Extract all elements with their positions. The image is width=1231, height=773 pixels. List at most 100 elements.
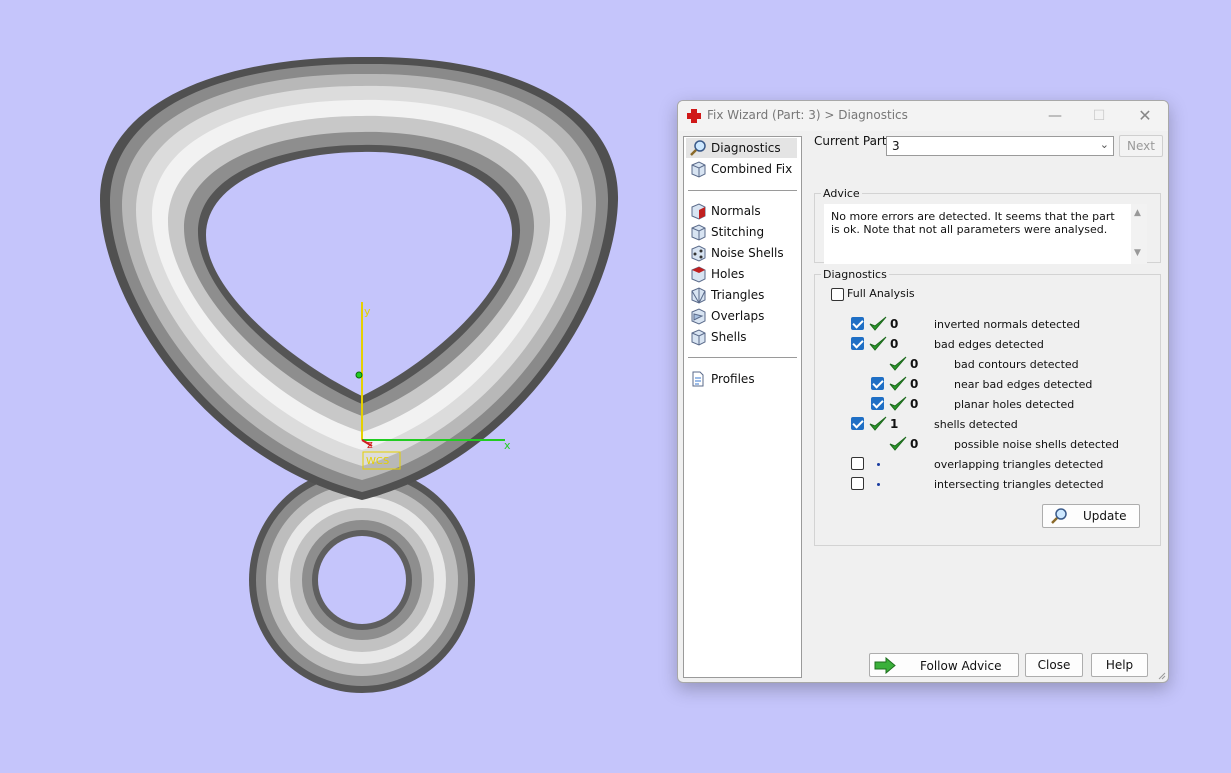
scroll-down-icon[interactable]: ▼ <box>1134 248 1141 258</box>
full-analysis-checkbox[interactable] <box>831 288 844 301</box>
check-mark-icon <box>869 416 887 431</box>
overlaps-icon <box>691 308 706 325</box>
diagnostic-row-checkbox[interactable] <box>871 397 884 410</box>
diagnostic-label: intersecting triangles detected <box>934 478 1104 491</box>
nav-divider <box>688 190 797 191</box>
check-mark-icon <box>869 336 887 351</box>
diagnostic-row-checkbox[interactable] <box>851 317 864 330</box>
nav-item-diagnostics[interactable]: Diagnostics <box>686 138 797 158</box>
3d-viewport[interactable]: y x z WCS <box>0 0 670 773</box>
check-mark-icon <box>889 396 907 411</box>
diagnostic-count: 0 <box>890 337 899 351</box>
magnifier-icon <box>690 140 706 156</box>
diagnostic-row-checkbox[interactable] <box>871 377 884 390</box>
next-button[interactable]: Next <box>1119 135 1163 157</box>
diagnostic-count: 0 <box>890 317 899 331</box>
holes-cube-icon <box>691 266 706 283</box>
diagnostic-row-checkbox[interactable] <box>851 477 864 490</box>
diagnostic-count: 0 <box>910 357 919 371</box>
small-ring <box>249 467 475 693</box>
diagnostic-row-checkbox[interactable] <box>851 457 864 470</box>
x-axis-label: x <box>504 439 511 452</box>
advice-title: Advice <box>821 187 862 200</box>
close-button[interactable]: Close <box>1025 653 1083 677</box>
pending-dot-icon <box>877 463 880 466</box>
cube-icon <box>691 161 706 178</box>
current-part-select[interactable]: 3 ⌄ <box>886 136 1114 156</box>
diagnostic-row-checkbox[interactable] <box>851 417 864 430</box>
diagnostic-label: bad contours detected <box>954 358 1079 371</box>
nav-item-overlaps[interactable]: Overlaps <box>686 306 797 326</box>
nav-item-label: Diagnostics <box>711 141 781 155</box>
shells-icon <box>691 329 706 346</box>
nav-divider <box>688 357 797 358</box>
nav-item-holes[interactable]: Holes <box>686 264 797 284</box>
pending-dot-icon <box>877 483 880 486</box>
nav-item-combined-fix[interactable]: Combined Fix <box>686 159 797 179</box>
follow-advice-label: Follow Advice <box>920 659 1002 673</box>
magnifier-icon <box>1051 508 1067 524</box>
follow-advice-button[interactable]: Follow Advice <box>869 653 1019 677</box>
scroll-up-icon[interactable]: ▲ <box>1134 208 1141 218</box>
diagnostic-label: bad edges detected <box>934 338 1044 351</box>
check-mark-icon <box>889 376 907 391</box>
nav-item-label: Normals <box>711 204 761 218</box>
nav-item-shells[interactable]: Shells <box>686 327 797 347</box>
normals-cube-icon <box>691 203 706 220</box>
wcs-label: WCS <box>366 456 389 467</box>
nav-item-label: Noise Shells <box>711 246 784 260</box>
nav-item-profiles[interactable]: Profiles <box>686 369 797 389</box>
help-button[interactable]: Help <box>1091 653 1148 677</box>
green-arrow-icon <box>874 657 896 674</box>
document-icon <box>692 371 704 387</box>
nav-item-label: Profiles <box>711 372 755 386</box>
nav-item-stitching[interactable]: Stitching <box>686 222 797 242</box>
diagnostic-count: 1 <box>890 417 899 431</box>
nav-item-label: Holes <box>711 267 745 281</box>
large-loop <box>100 56 619 500</box>
check-mark-icon <box>889 356 907 371</box>
minimize-icon[interactable]: — <box>1044 105 1066 127</box>
model-render: y x z WCS <box>100 56 619 693</box>
chevron-down-icon: ⌄ <box>1099 138 1109 151</box>
diagnostic-row-checkbox[interactable] <box>851 337 864 350</box>
nav-item-normals[interactable]: Normals <box>686 201 797 221</box>
diagnostic-label: inverted normals detected <box>934 318 1081 331</box>
diagnostic-count: 0 <box>910 377 919 391</box>
nav-item-label: Stitching <box>711 225 765 239</box>
window-title: Fix Wizard (Part: 3) > Diagnostics <box>707 108 908 122</box>
y-axis-label: y <box>364 305 371 318</box>
diagnostic-label: overlapping triangles detected <box>934 458 1104 471</box>
diagnostic-label: possible noise shells detected <box>954 438 1120 451</box>
title-bar[interactable]: Fix Wizard (Part: 3) > Diagnostics — ☐ ✕ <box>678 101 1168 131</box>
advice-scrollbar[interactable]: ▲ ▼ <box>1131 204 1147 264</box>
z-axis-label: z <box>367 438 373 451</box>
red-cross-icon <box>687 109 701 123</box>
fix-wizard-window: Fix Wizard (Part: 3) > Diagnostics — ☐ ✕… <box>677 100 1169 683</box>
resize-grip-icon[interactable] <box>1156 670 1166 680</box>
diagnostic-count: 0 <box>910 437 919 451</box>
check-mark-icon <box>889 436 907 451</box>
triangles-icon <box>691 287 706 304</box>
diagnostic-count: 0 <box>910 397 919 411</box>
diagnostic-label: near bad edges detected <box>954 378 1093 391</box>
diagnostics-title: Diagnostics <box>821 268 889 281</box>
wizard-nav: Diagnostics Combined Fix Normals Stitchi… <box>683 136 802 678</box>
nav-item-label: Shells <box>711 330 747 344</box>
nav-item-noise-shells[interactable]: Noise Shells <box>686 243 797 263</box>
check-mark-icon <box>869 316 887 331</box>
current-part-label: Current Part: <box>814 134 891 148</box>
update-label: Update <box>1083 509 1127 523</box>
update-button[interactable]: Update <box>1042 504 1140 528</box>
diagnostic-label: planar holes detected <box>954 398 1075 411</box>
nav-item-triangles[interactable]: Triangles <box>686 285 797 305</box>
nav-item-label: Overlaps <box>711 309 765 323</box>
axis-origin-marker <box>355 371 363 379</box>
close-icon[interactable]: ✕ <box>1134 105 1156 127</box>
advice-text: No more errors are detected. It seems th… <box>831 210 1115 236</box>
advice-textbox: No more errors are detected. It seems th… <box>824 204 1147 264</box>
maximize-icon[interactable]: ☐ <box>1088 105 1110 127</box>
nav-item-label: Triangles <box>711 288 765 302</box>
nav-item-label: Combined Fix <box>711 162 793 176</box>
noise-shells-icon <box>691 245 706 262</box>
